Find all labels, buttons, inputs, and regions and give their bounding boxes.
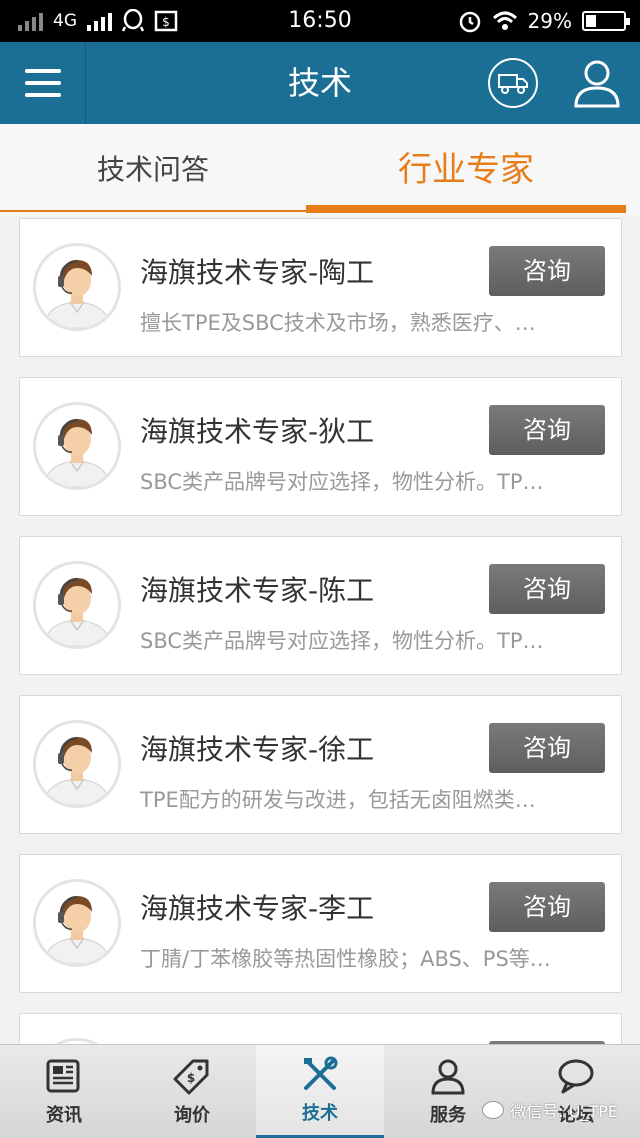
expert-avatar xyxy=(33,561,121,649)
menu-icon xyxy=(24,69,61,73)
active-tab-indicator xyxy=(306,205,626,213)
battery-level xyxy=(586,15,596,27)
app-header: 技术 xyxy=(0,42,640,124)
nav-service-label: 服务 xyxy=(430,1105,466,1126)
expert-name: 海旗技术专家-陈工 xyxy=(140,574,375,607)
expert-card[interactable]: 海旗技术专家-陶工擅长TPE及SBC技术及市场，熟悉医疗、… 咨询 xyxy=(19,218,622,357)
person-icon xyxy=(431,1059,465,1095)
consult-button[interactable]: 咨询 xyxy=(489,405,605,455)
nav-tech[interactable]: 技术 xyxy=(256,1045,384,1138)
consult-button[interactable]: 咨询 xyxy=(489,882,605,932)
nav-news-label: 资讯 xyxy=(46,1105,82,1126)
expert-avatar xyxy=(33,720,121,808)
tab-tech-qa[interactable]: 技术问答 xyxy=(0,124,306,216)
expert-description: TPE配方的研发与改进，包括无卤阻燃类… xyxy=(140,788,536,812)
expert-name: 海旗技术专家-李工 xyxy=(140,892,375,925)
consult-button[interactable]: 咨询 xyxy=(489,246,605,296)
expert-avatar xyxy=(33,402,121,490)
page-title: 技术 xyxy=(287,64,352,102)
nav-news[interactable]: 资讯 xyxy=(0,1045,128,1138)
expert-name: 海旗技术专家-徐工 xyxy=(140,733,375,766)
tools-icon xyxy=(304,1056,338,1090)
expert-description: 丁腈/丁苯橡胶等热固性橡胶；ABS、PS等… xyxy=(140,947,551,971)
newspaper-icon xyxy=(46,1059,80,1093)
wechat-icon xyxy=(482,1101,505,1119)
expert-card[interactable]: 海旗技术专家-李工丁腈/丁苯橡胶等热固性橡胶；ABS、PS等… 咨询 xyxy=(19,854,622,993)
expert-card[interactable]: 海旗技术专家-狄工 SBC类产品牌号对应选择，物性分析。TP… 咨询 xyxy=(19,377,622,516)
watermark: 微信号: U_TPE xyxy=(482,1098,618,1122)
expert-description: SBC类产品牌号对应选择，物性分析。TP… xyxy=(140,629,544,653)
battery-percent: 29% xyxy=(527,9,572,33)
expert-card[interactable]: 海旗技术专家-陈工 SBC类产品牌号对应选择，物性分析。TP… 咨询 xyxy=(19,536,622,675)
expert-avatar xyxy=(33,243,121,331)
nav-service[interactable]: 服务 xyxy=(384,1045,512,1138)
expert-name: 海旗技术专家-陶工 xyxy=(140,256,375,289)
battery-icon xyxy=(582,11,630,31)
expert-card[interactable]: 海旗技术专家-徐工 TPE配方的研发与改进，包括无卤阻燃类… 咨询 xyxy=(19,695,622,834)
delivery-button[interactable] xyxy=(488,58,538,108)
expert-card[interactable] xyxy=(19,1013,622,1044)
truck-icon xyxy=(498,74,528,94)
bottom-navigation: 资讯 $ 询价 技术 服务 论坛 xyxy=(0,1044,640,1138)
svg-text:$: $ xyxy=(187,1071,195,1085)
chat-bubble-icon xyxy=(558,1059,594,1094)
alarm-icon xyxy=(459,11,480,33)
tab-bar: 技术问答 行业专家 xyxy=(0,124,640,216)
nav-inquiry-label: 询价 xyxy=(174,1105,210,1126)
expert-name: 海旗技术专家-狄工 xyxy=(140,415,375,448)
status-bar: 4G $ 16:50 29% xyxy=(0,0,640,42)
status-right: 29% xyxy=(458,0,630,42)
expert-avatar xyxy=(33,879,121,967)
expert-description: SBC类产品牌号对应选择，物性分析。TP… xyxy=(140,470,544,494)
watermark-text: 微信号: U_TPE xyxy=(510,1102,618,1121)
nav-tech-label: 技术 xyxy=(302,1103,338,1124)
wifi-icon xyxy=(492,11,517,30)
consult-button[interactable]: 咨询 xyxy=(489,564,605,614)
expert-list[interactable]: 海旗技术专家-陶工擅长TPE及SBC技术及市场，熟悉医疗、… 咨询 海旗技术专家-… xyxy=(0,216,640,1044)
nav-forum[interactable]: 论坛 xyxy=(512,1045,640,1138)
tab-industry-experts[interactable]: 行业专家 xyxy=(306,124,626,216)
expert-description: 擅长TPE及SBC技术及市场，熟悉医疗、… xyxy=(140,311,536,335)
menu-button[interactable] xyxy=(0,42,86,124)
price-tag-icon: $ xyxy=(173,1059,209,1095)
user-profile-icon[interactable] xyxy=(570,56,624,110)
consult-button[interactable]: 咨询 xyxy=(489,723,605,773)
nav-inquiry[interactable]: $ 询价 xyxy=(128,1045,256,1138)
